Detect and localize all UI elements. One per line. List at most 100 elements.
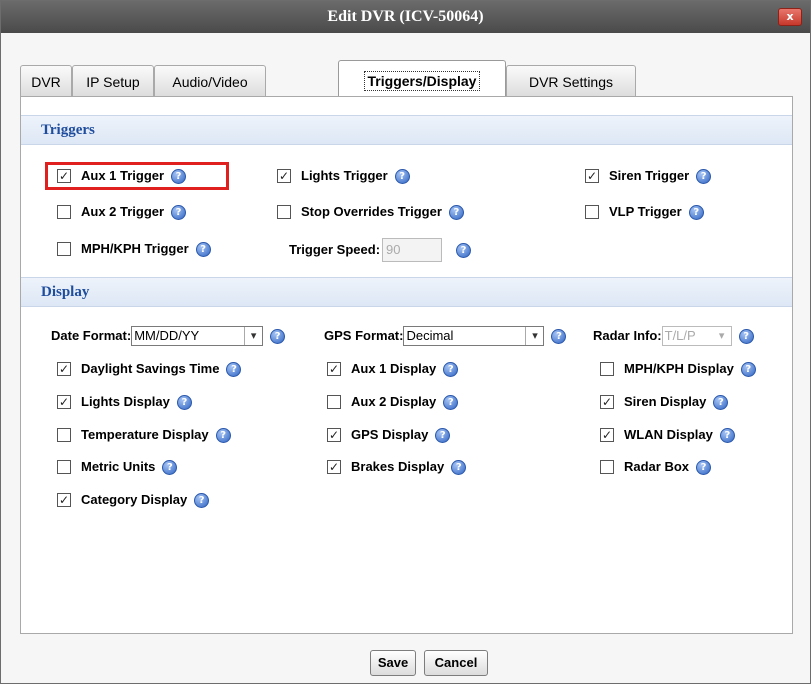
vlp-trigger-option[interactable]: VLP Trigger ? [585, 202, 704, 222]
mph-kph-display-checkbox[interactable] [600, 362, 614, 376]
stop-overrides-trigger-checkbox[interactable] [277, 205, 291, 219]
stop-overrides-trigger-label: Stop Overrides Trigger [301, 204, 442, 219]
help-icon[interactable]: ? [738, 328, 754, 344]
daylight-savings-option[interactable]: ✓ Daylight Savings Time ? [57, 359, 242, 379]
brakes-display-checkbox[interactable]: ✓ [327, 460, 341, 474]
radar-box-label: Radar Box [624, 459, 690, 474]
lights-trigger-label: Lights Trigger [301, 168, 388, 183]
siren-trigger-checkbox[interactable]: ✓ [585, 169, 599, 183]
trigger-speed-input: 90 [382, 238, 443, 262]
help-icon[interactable]: ? [456, 242, 472, 258]
help-icon[interactable]: ? [176, 394, 192, 410]
lights-display-option[interactable]: ✓ Lights Display ? [57, 392, 192, 412]
tab-audio-video[interactable]: Audio/Video [154, 65, 266, 97]
help-icon[interactable]: ? [171, 168, 187, 184]
tab-triggers-display[interactable]: Triggers/Display [338, 60, 506, 98]
close-button[interactable]: x [778, 8, 802, 26]
aux1-display-label: Aux 1 Display [351, 361, 437, 376]
aux1-display-checkbox[interactable]: ✓ [327, 362, 341, 376]
aux1-trigger-label: Aux 1 Trigger [81, 168, 165, 183]
gps-format-select[interactable]: Decimal ▾ [403, 326, 545, 346]
help-icon[interactable]: ? [215, 427, 231, 443]
radar-info-field: Radar Info: T/L/P ▾ ? [593, 326, 754, 346]
chevron-down-icon: ▾ [244, 327, 262, 345]
chevron-down-icon: ▾ [525, 327, 543, 345]
trigger-speed-field: Trigger Speed: 90 ? [289, 237, 472, 263]
cancel-button[interactable]: Cancel [424, 650, 488, 676]
gps-display-label: GPS Display [351, 427, 429, 442]
help-icon[interactable]: ? [551, 328, 567, 344]
help-icon[interactable]: ? [448, 204, 464, 220]
save-button[interactable]: Save [370, 650, 416, 676]
siren-display-checkbox[interactable]: ✓ [600, 395, 614, 409]
help-icon[interactable]: ? [740, 361, 756, 377]
category-display-checkbox[interactable]: ✓ [57, 493, 71, 507]
stop-overrides-trigger-option[interactable]: Stop Overrides Trigger ? [277, 202, 464, 222]
wlan-display-checkbox[interactable]: ✓ [600, 428, 614, 442]
help-icon[interactable]: ? [171, 204, 187, 220]
date-format-field: Date Format: MM/DD/YY ▾ ? [51, 326, 286, 346]
mph-kph-display-option[interactable]: MPH/KPH Display ? [600, 359, 756, 379]
aux2-display-checkbox[interactable] [327, 395, 341, 409]
gps-display-option[interactable]: ✓ GPS Display ? [327, 425, 451, 445]
help-icon[interactable]: ? [688, 204, 704, 220]
metric-units-checkbox[interactable] [57, 460, 71, 474]
radar-box-option[interactable]: Radar Box ? [600, 457, 712, 477]
mph-kph-trigger-checkbox[interactable] [57, 242, 71, 256]
gps-display-checkbox[interactable]: ✓ [327, 428, 341, 442]
siren-display-option[interactable]: ✓ Siren Display ? [600, 392, 729, 412]
gps-format-label: GPS Format: [324, 328, 404, 343]
metric-units-label: Metric Units [81, 459, 156, 474]
siren-trigger-option[interactable]: ✓ Siren Trigger ? [585, 166, 712, 186]
temperature-display-option[interactable]: Temperature Display ? [57, 425, 231, 445]
help-icon[interactable]: ? [195, 241, 211, 257]
help-icon[interactable]: ? [162, 459, 178, 475]
aux1-display-option[interactable]: ✓ Aux 1 Display ? [327, 359, 459, 379]
help-icon[interactable]: ? [443, 394, 459, 410]
lights-display-checkbox[interactable]: ✓ [57, 395, 71, 409]
aux2-display-option[interactable]: Aux 2 Display ? [327, 392, 459, 412]
metric-units-option[interactable]: Metric Units ? [57, 457, 178, 477]
display-section-header: Display [21, 277, 792, 307]
category-display-option[interactable]: ✓ Category Display ? [57, 490, 210, 510]
tab-dvr-settings[interactable]: DVR Settings [506, 65, 636, 97]
edit-dvr-dialog: Edit DVR (ICV-50064) x DVR IP Setup Audi… [0, 0, 811, 684]
gps-format-field: GPS Format: Decimal ▾ ? [324, 326, 567, 346]
chevron-down-icon: ▾ [718, 329, 725, 342]
aux2-trigger-checkbox[interactable] [57, 205, 71, 219]
temperature-display-checkbox[interactable] [57, 428, 71, 442]
lights-trigger-checkbox[interactable]: ✓ [277, 169, 291, 183]
category-display-label: Category Display [81, 492, 188, 507]
mph-kph-trigger-option[interactable]: MPH/KPH Trigger ? [57, 239, 211, 259]
aux2-trigger-option[interactable]: Aux 2 Trigger ? [57, 202, 187, 222]
help-icon[interactable]: ? [194, 492, 210, 508]
tab-ip-setup[interactable]: IP Setup [72, 65, 154, 97]
dialog-title: Edit DVR (ICV-50064) [327, 8, 484, 25]
aux2-display-label: Aux 2 Display [351, 394, 437, 409]
help-icon[interactable]: ? [226, 361, 242, 377]
brakes-display-option[interactable]: ✓ Brakes Display ? [327, 457, 467, 477]
help-icon[interactable]: ? [713, 394, 729, 410]
help-icon[interactable]: ? [719, 427, 735, 443]
vlp-trigger-checkbox[interactable] [585, 205, 599, 219]
tab-dvr[interactable]: DVR [20, 65, 72, 97]
help-icon[interactable]: ? [696, 459, 712, 475]
wlan-display-option[interactable]: ✓ WLAN Display ? [600, 425, 735, 445]
help-icon[interactable]: ? [394, 168, 410, 184]
daylight-savings-label: Daylight Savings Time [81, 361, 220, 376]
help-icon[interactable]: ? [443, 361, 459, 377]
help-icon[interactable]: ? [435, 427, 451, 443]
lights-trigger-option[interactable]: ✓ Lights Trigger ? [277, 166, 410, 186]
help-icon[interactable]: ? [696, 168, 712, 184]
help-icon[interactable]: ? [451, 459, 467, 475]
siren-trigger-label: Siren Trigger [609, 168, 690, 183]
aux1-trigger-checkbox[interactable]: ✓ [57, 169, 71, 183]
dialog-titlebar: Edit DVR (ICV-50064) x [1, 1, 810, 33]
date-format-select[interactable]: MM/DD/YY ▾ [131, 326, 264, 346]
help-icon[interactable]: ? [270, 328, 286, 344]
radar-box-checkbox[interactable] [600, 460, 614, 474]
lights-display-label: Lights Display [81, 394, 170, 409]
daylight-savings-checkbox[interactable]: ✓ [57, 362, 71, 376]
aux1-trigger-option[interactable]: ✓ Aux 1 Trigger ? [57, 166, 187, 186]
trigger-speed-label: Trigger Speed: [289, 242, 381, 257]
